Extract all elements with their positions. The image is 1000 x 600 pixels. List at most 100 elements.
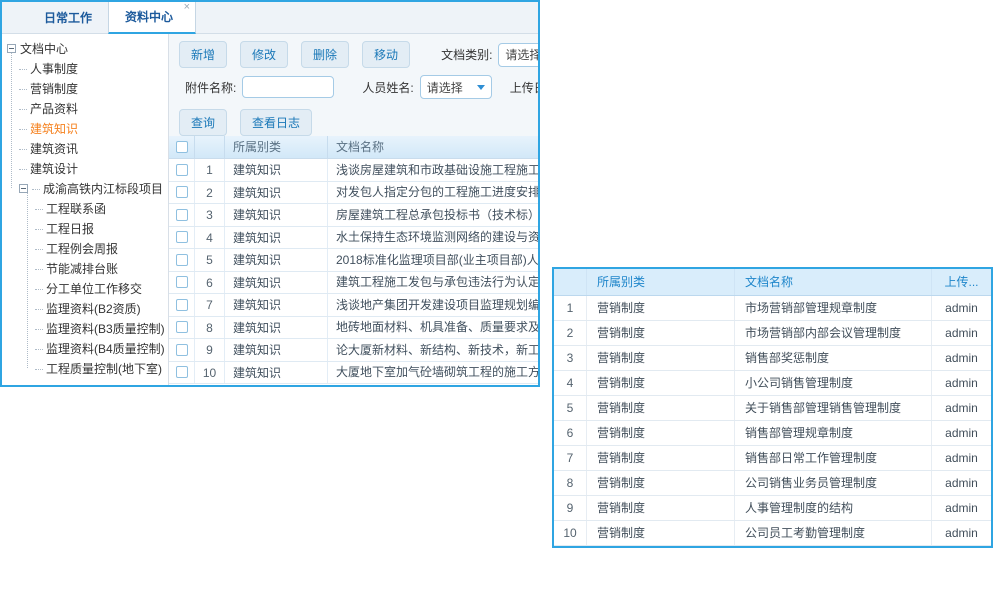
tree-item[interactable]: 工程联系函: [2, 198, 168, 218]
add-button[interactable]: 新增: [179, 41, 227, 68]
row-checkbox[interactable]: [176, 231, 188, 243]
row-index: 5: [195, 249, 225, 271]
tab-data-center[interactable]: 资料中心 ×: [108, 0, 196, 34]
collapse-icon[interactable]: [19, 184, 28, 193]
move-button[interactable]: 移动: [362, 41, 410, 68]
row-checkbox[interactable]: [176, 254, 188, 266]
tree-item[interactable]: 营销制度: [2, 78, 168, 98]
tree-item[interactable]: 监理资料(B2资质): [2, 298, 168, 318]
tree-item[interactable]: 产品资料: [2, 98, 168, 118]
table-row[interactable]: 1 建筑知识 浅谈房屋建筑和市政基础设施工程施工...: [169, 159, 540, 182]
row-category: 建筑知识: [225, 362, 328, 384]
row-checkbox[interactable]: [176, 321, 188, 333]
row-checkbox[interactable]: [176, 209, 188, 221]
row-index: 4: [554, 371, 587, 395]
table-row[interactable]: 4 建筑知识 水土保持生态环境监测网络的建设与资...: [169, 227, 540, 250]
row-checkbox[interactable]: [176, 366, 188, 378]
tree-item[interactable]: 建筑设计: [2, 158, 168, 178]
table-row[interactable]: 8 建筑知识 地砖地面材料、机具准备、质量要求及...: [169, 317, 540, 340]
row-doc-name: 论大厦新材料、新结构、新技术，新工...: [328, 339, 540, 362]
tree-item-label: 建筑知识: [19, 120, 78, 137]
tree-item[interactable]: 监理资料(B4质量控制): [2, 338, 168, 358]
table-header: 所属别类 文档名称 上传...: [554, 269, 991, 296]
tree-item-label: 工程质量控制(地下室): [35, 360, 162, 377]
row-checkbox[interactable]: [176, 299, 188, 311]
doc-category-label: 文档类别:: [441, 46, 492, 63]
tree-item[interactable]: 节能减排台账: [2, 258, 168, 278]
row-doc-name: 关于销售部管理销售管理制度: [735, 396, 932, 420]
tree-item[interactable]: 监理资料(B3质量控制): [2, 318, 168, 338]
table-row[interactable]: 10 建筑知识 大厦地下室加气砼墙砌筑工程的施工方...: [169, 362, 540, 385]
tree-item[interactable]: 工程例会周报: [2, 238, 168, 258]
tree-item[interactable]: 工程质量控制(地下室): [2, 358, 168, 378]
tree-item[interactable]: 建筑资讯: [2, 138, 168, 158]
row-doc-name: 销售部日常工作管理制度: [735, 446, 932, 470]
row-doc-name: 房屋建筑工程总承包投标书（技术标）...: [328, 204, 540, 227]
person-name-select[interactable]: 请选择: [420, 75, 492, 99]
table-row[interactable]: 7 营销制度 销售部日常工作管理制度 admin: [554, 446, 991, 471]
row-checkbox[interactable]: [176, 186, 188, 198]
row-checkbox[interactable]: [176, 276, 188, 288]
row-category: 建筑知识: [225, 294, 328, 316]
tree-item-label: 工程联系函: [35, 200, 106, 217]
table-row[interactable]: 3 营销制度 销售部奖惩制度 admin: [554, 346, 991, 371]
table-row[interactable]: 3 建筑知识 房屋建筑工程总承包投标书（技术标）...: [169, 204, 540, 227]
tab-data-center-label: 资料中心: [125, 10, 173, 24]
chevron-down-icon: [477, 85, 485, 90]
person-name-value: 请选择: [427, 79, 477, 96]
table-row[interactable]: 5 营销制度 关于销售部管理销售管理制度 admin: [554, 396, 991, 421]
table-row[interactable]: 5 建筑知识 2018标准化监理项目部(业主项目部)人员...: [169, 249, 540, 272]
row-doc-name: 销售部奖惩制度: [735, 346, 932, 370]
row-doc-name: 公司销售业务员管理制度: [735, 471, 932, 495]
tree-item-project[interactable]: 成渝高铁内江标段项目: [2, 178, 168, 198]
table-row[interactable]: 10 营销制度 公司员工考勤管理制度 admin: [554, 521, 991, 546]
row-checkbox[interactable]: [176, 344, 188, 356]
table-row[interactable]: 9 建筑知识 论大厦新材料、新结构、新技术，新工...: [169, 339, 540, 362]
row-index: 1: [195, 159, 225, 181]
row-uploader: admin: [932, 521, 991, 545]
tree-item[interactable]: 人事制度: [2, 58, 168, 78]
filter-row: 附件名称: 人员姓名: 请选择 上传日期:: [185, 75, 540, 99]
table-row[interactable]: 8 营销制度 公司销售业务员管理制度 admin: [554, 471, 991, 496]
row-category: 建筑知识: [225, 159, 328, 181]
table-row[interactable]: 2 建筑知识 对发包人指定分包的工程施工进度安排...: [169, 182, 540, 205]
row-category: 建筑知识: [225, 317, 328, 339]
row-category: 建筑知识: [225, 227, 328, 249]
row-doc-name: 销售部管理规章制度: [735, 421, 932, 445]
row-doc-name: 人事管理制度的结构: [735, 496, 932, 520]
close-icon[interactable]: ×: [184, 2, 190, 13]
row-category: 建筑知识: [225, 339, 328, 361]
table-row[interactable]: 6 营销制度 销售部管理规章制度 admin: [554, 421, 991, 446]
query-button[interactable]: 查询: [179, 109, 227, 136]
edit-button[interactable]: 修改: [240, 41, 288, 68]
row-category: 建筑知识: [225, 182, 328, 204]
table-row[interactable]: 4 营销制度 小公司销售管理制度 admin: [554, 371, 991, 396]
row-uploader: admin: [932, 421, 991, 445]
table-row[interactable]: 6 建筑知识 建筑工程施工发包与承包违法行为认定...: [169, 272, 540, 295]
table-row[interactable]: 7 建筑知识 浅谈地产集团开发建设项目监理规划编...: [169, 294, 540, 317]
tree-item[interactable]: 工程日报: [2, 218, 168, 238]
row-uploader: admin: [932, 321, 991, 345]
tree-item-selected[interactable]: 建筑知识: [2, 118, 168, 138]
table-row[interactable]: 2 营销制度 市场营销部内部会议管理制度 admin: [554, 321, 991, 346]
row-index: 9: [554, 496, 587, 520]
tree-item-document-center[interactable]: 文档中心: [2, 38, 168, 58]
tree-item[interactable]: 分工单位工作移交: [2, 278, 168, 298]
table-row[interactable]: 1 营销制度 市场营销部管理规章制度 admin: [554, 296, 991, 321]
index-column-header: [554, 269, 587, 295]
row-index: 1: [554, 296, 587, 320]
delete-button[interactable]: 删除: [301, 41, 349, 68]
attachment-name-input[interactable]: [242, 76, 334, 98]
table-row[interactable]: 9 营销制度 人事管理制度的结构 admin: [554, 496, 991, 521]
tree-item-label: 监理资料(B2资质): [35, 300, 141, 317]
select-all-checkbox[interactable]: [176, 141, 188, 153]
collapse-icon[interactable]: [7, 44, 16, 53]
doc-category-select[interactable]: 请选择: [498, 43, 540, 67]
action-row: 查询 查看日志: [179, 109, 325, 136]
view-log-button[interactable]: 查看日志: [240, 109, 312, 136]
tab-daily-work[interactable]: 日常工作: [28, 1, 108, 33]
row-uploader: admin: [932, 346, 991, 370]
row-index: 8: [554, 471, 587, 495]
tree-item-label: 工程例会周报: [35, 240, 118, 257]
row-checkbox[interactable]: [176, 164, 188, 176]
